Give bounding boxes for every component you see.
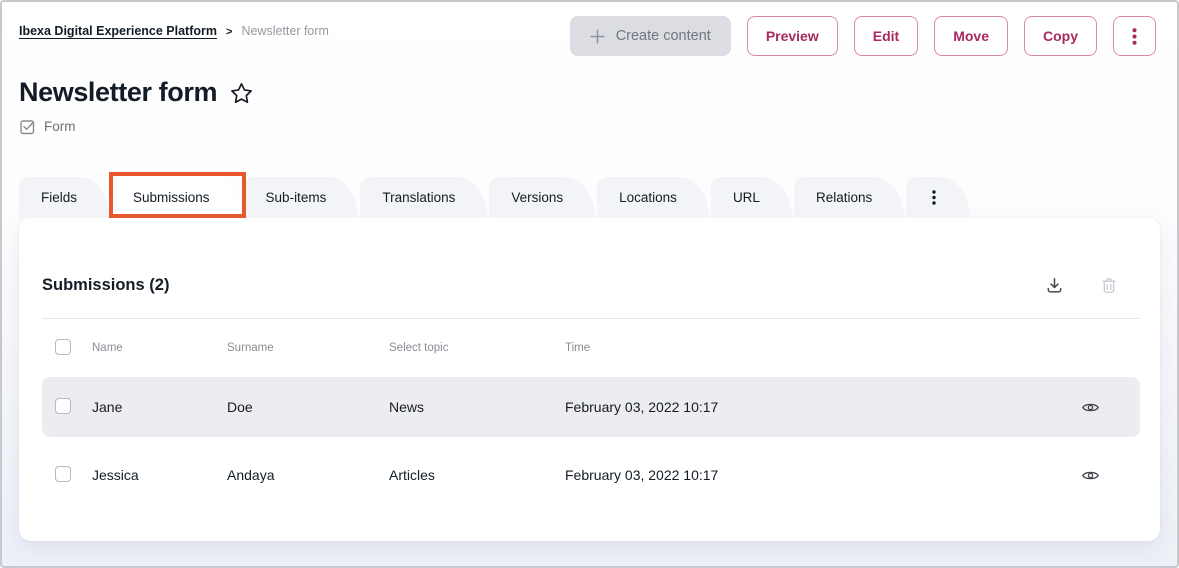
column-header-name: Name xyxy=(92,342,227,354)
tab-label: Fields xyxy=(41,190,77,205)
delete-button[interactable] xyxy=(1098,274,1120,297)
breadcrumb-separator: > xyxy=(226,26,232,38)
cell-topic: Articles xyxy=(389,467,565,483)
action-buttons: Create content Preview Edit Move Copy xyxy=(570,16,1156,56)
tab-label: Locations xyxy=(619,190,677,205)
cell-time: February 03, 2022 10:17 xyxy=(565,399,1040,415)
favorite-button[interactable] xyxy=(229,81,254,106)
tab-overflow-menu[interactable] xyxy=(906,177,970,218)
tab-label: Translations xyxy=(382,190,455,205)
tab-submissions[interactable]: Submissions xyxy=(111,177,242,218)
tab-versions[interactable]: Versions xyxy=(489,177,595,218)
row-checkbox[interactable] xyxy=(55,398,71,414)
copy-button[interactable]: Copy xyxy=(1024,16,1097,56)
tab-label: URL xyxy=(733,190,760,205)
column-header-time: Time xyxy=(565,342,1040,354)
table-row[interactable]: Jessica Andaya Articles February 03, 202… xyxy=(42,445,1140,505)
cell-surname: Andaya xyxy=(227,467,389,483)
plus-icon xyxy=(590,29,605,44)
tab-label: Submissions xyxy=(133,190,210,205)
cell-surname: Doe xyxy=(227,399,389,415)
view-submission-button[interactable] xyxy=(1079,466,1102,485)
tab-fields[interactable]: Fields xyxy=(19,177,109,218)
content-type-label: Form xyxy=(44,119,76,134)
kebab-menu-icon xyxy=(1132,28,1137,45)
tab-locations[interactable]: Locations xyxy=(597,177,709,218)
content-type-row: Form xyxy=(2,118,1177,135)
table-row[interactable]: Jane Doe News February 03, 2022 10:17 xyxy=(42,377,1140,437)
title-row: Newsletter form xyxy=(2,76,1177,108)
eye-icon xyxy=(1081,468,1100,483)
panel-tools xyxy=(1043,274,1120,297)
tab-label: Versions xyxy=(511,190,563,205)
eye-icon xyxy=(1081,400,1100,415)
table-header-row: Name Surname Select topic Time xyxy=(42,319,1140,377)
submissions-panel: Submissions (2) Name Surname xyxy=(19,218,1160,541)
column-header-surname: Surname xyxy=(227,342,389,354)
cell-name: Jane xyxy=(92,399,227,415)
select-all-checkbox[interactable] xyxy=(55,339,71,355)
kebab-menu-icon xyxy=(932,190,936,205)
panel-header: Submissions (2) xyxy=(19,218,1160,297)
column-header-select-topic: Select topic xyxy=(389,342,565,354)
row-checkbox[interactable] xyxy=(55,466,71,482)
cell-time: February 03, 2022 10:17 xyxy=(565,467,1040,483)
breadcrumb-root-link[interactable]: Ibexa Digital Experience Platform xyxy=(19,24,217,38)
breadcrumb: Ibexa Digital Experience Platform > News… xyxy=(19,24,329,38)
star-icon xyxy=(229,81,254,106)
create-content-label: Create content xyxy=(616,28,711,44)
tab-label: Relations xyxy=(816,190,872,205)
trash-icon xyxy=(1100,276,1118,295)
create-content-button[interactable]: Create content xyxy=(570,16,731,56)
download-button[interactable] xyxy=(1043,274,1066,297)
tab-url[interactable]: URL xyxy=(711,177,792,218)
edit-button[interactable]: Edit xyxy=(854,16,918,56)
tab-relations[interactable]: Relations xyxy=(794,177,904,218)
tab-label: Sub-items xyxy=(266,190,327,205)
breadcrumb-current: Newsletter form xyxy=(241,24,329,38)
submissions-table: Name Surname Select topic Time Jane Doe … xyxy=(42,318,1140,505)
more-actions-button[interactable] xyxy=(1113,16,1156,56)
preview-button[interactable]: Preview xyxy=(747,16,838,56)
cell-name: Jessica xyxy=(92,467,227,483)
page-title: Newsletter form xyxy=(19,76,217,108)
panel-heading: Submissions (2) xyxy=(42,276,169,295)
tab-translations[interactable]: Translations xyxy=(360,177,487,218)
cell-topic: News xyxy=(389,399,565,415)
view-submission-button[interactable] xyxy=(1079,398,1102,417)
checkbox-check-icon xyxy=(19,118,36,135)
tab-sub-items[interactable]: Sub-items xyxy=(244,177,359,218)
top-bar: Ibexa Digital Experience Platform > News… xyxy=(2,2,1177,56)
download-icon xyxy=(1045,276,1064,295)
move-button[interactable]: Move xyxy=(934,16,1008,56)
app-window: Ibexa Digital Experience Platform > News… xyxy=(0,0,1179,568)
tab-bar: Fields Submissions Sub-items Translation… xyxy=(2,177,1177,218)
